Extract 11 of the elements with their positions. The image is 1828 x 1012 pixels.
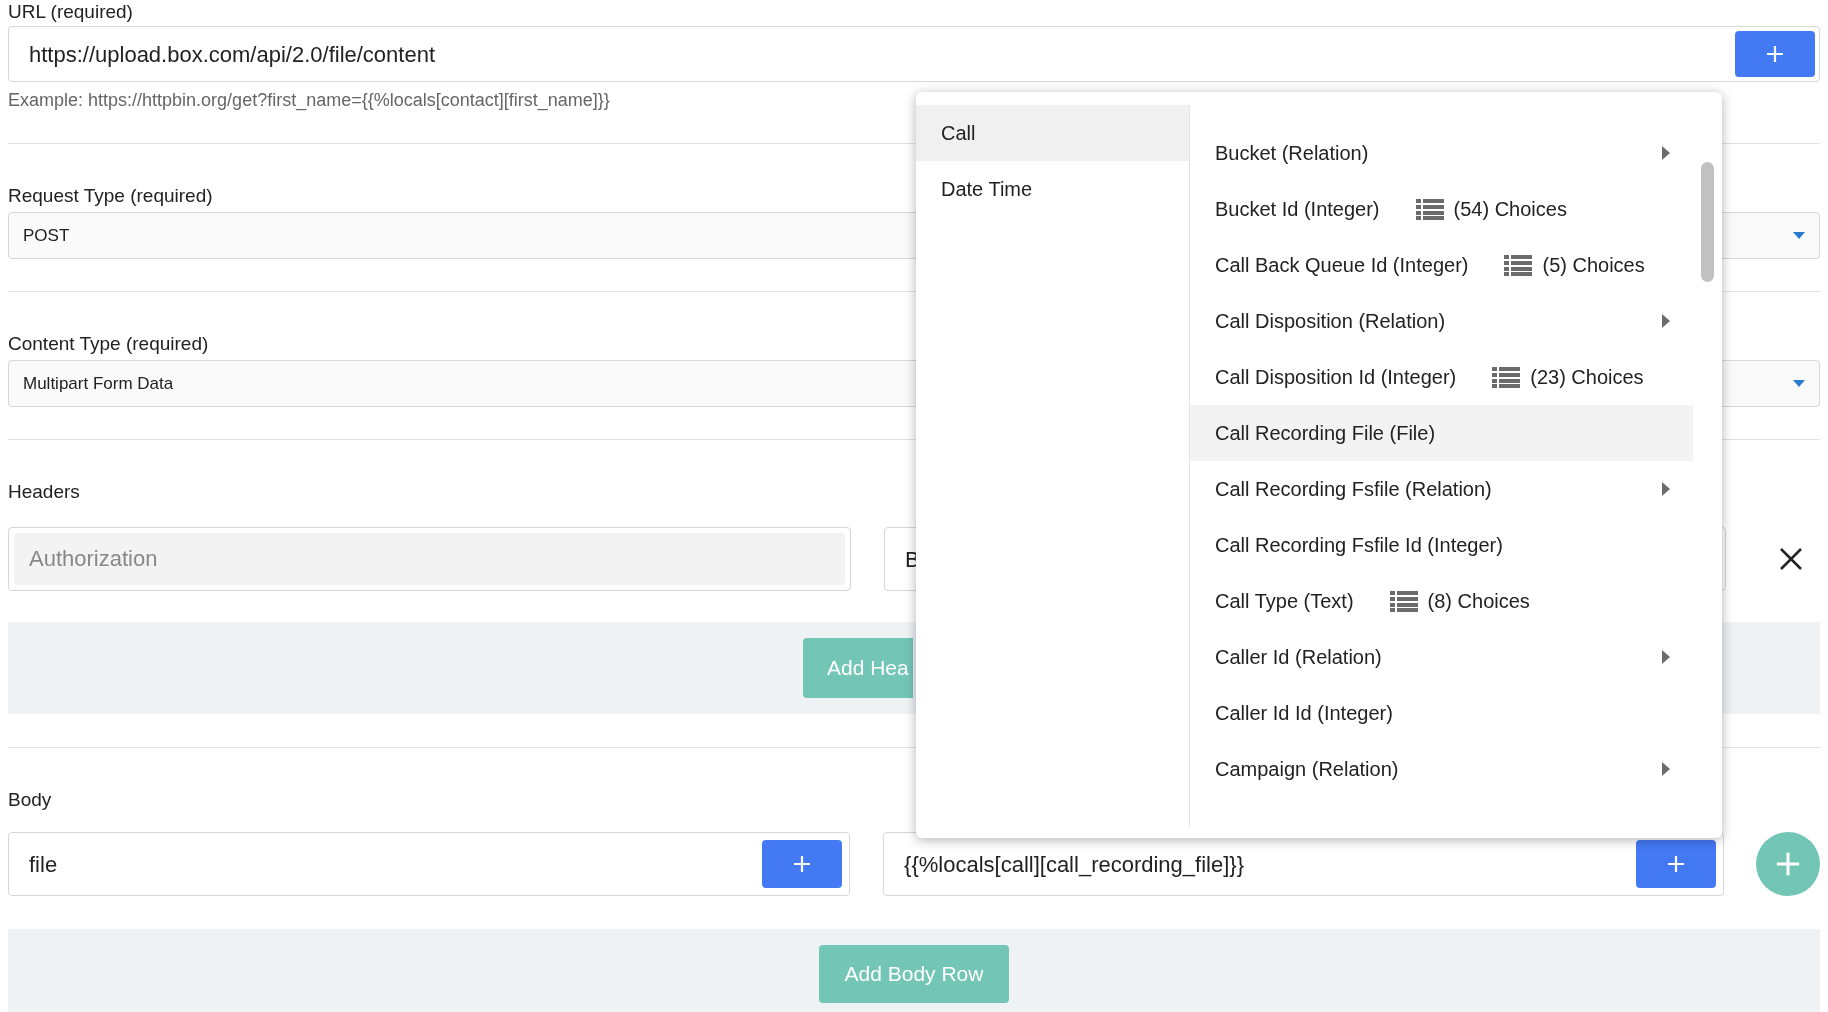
- body-value: {{%locals[call][call_recording_file]}}: [904, 850, 1245, 879]
- field-label: URL (required): [8, 0, 134, 24]
- choices-count: (8) Choices: [1427, 589, 1530, 614]
- choices-count: (23) Choices: [1530, 365, 1644, 390]
- field-label: Request Type (required): [8, 184, 213, 208]
- hint-text: Example: https://httpbin.org/get?first_name={{%locals[contact][first_name]}}: [8, 89, 610, 113]
- section-label: Headers: [8, 480, 80, 504]
- body-key-value: file: [29, 850, 59, 879]
- field-label: Content Type (required): [8, 332, 209, 356]
- section-label: Body: [8, 788, 52, 812]
- url-value: https://upload.box.com/api/2.0/file/content: [29, 40, 437, 69]
